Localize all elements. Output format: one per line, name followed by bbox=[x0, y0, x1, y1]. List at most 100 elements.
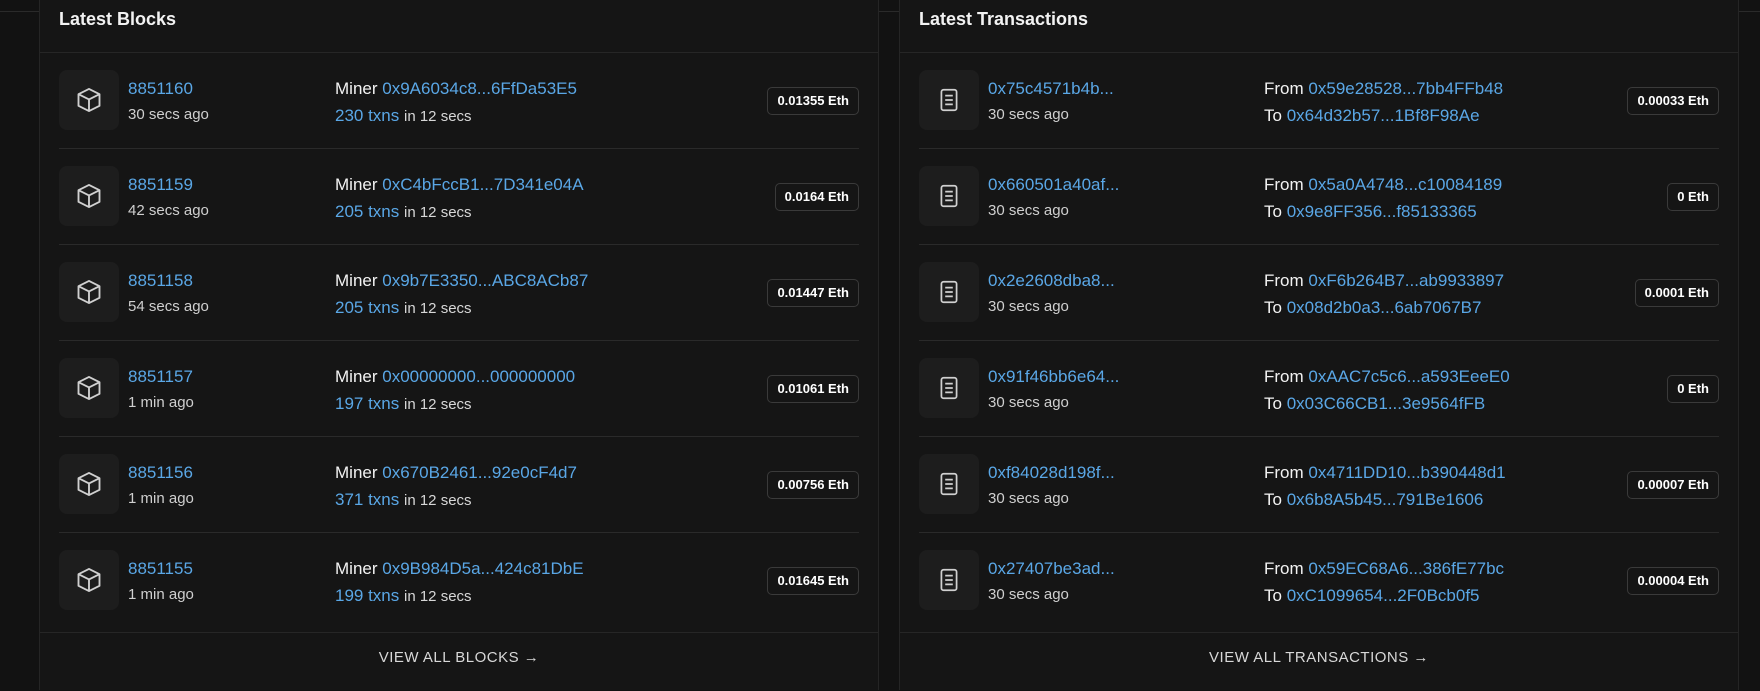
block-row: 8851160 30 secs ago Miner 0x9A6034c8...6… bbox=[59, 52, 859, 149]
transaction-from: From 0xF6b264B7...ab9933897 bbox=[1264, 271, 1504, 291]
txns-count-link[interactable]: 199 txns bbox=[335, 586, 399, 605]
from-address-link[interactable]: 0x59EC68A6...386fE77bc bbox=[1308, 559, 1504, 578]
to-address-link[interactable]: 0x6b8A5b45...791Be1606 bbox=[1287, 490, 1484, 509]
document-icon bbox=[919, 358, 979, 418]
to-address-link[interactable]: 0x08d2b0a3...6ab7067B7 bbox=[1287, 298, 1482, 317]
transaction-age: 30 secs ago bbox=[988, 298, 1069, 315]
transaction-to: To 0x08d2b0a3...6ab7067B7 bbox=[1264, 298, 1481, 318]
block-row: 8851157 1 min ago Miner 0x00000000...000… bbox=[59, 340, 859, 437]
latest-blocks-panel: Latest Blocks 8851160 30 secs ago Miner … bbox=[39, 0, 879, 690]
block-txns: 371 txns in 12 secs bbox=[335, 490, 472, 510]
transaction-age: 30 secs ago bbox=[988, 490, 1069, 507]
panel-header: Latest Blocks bbox=[40, 0, 878, 53]
transaction-from: From 0x5a0A4748...c10084189 bbox=[1264, 175, 1502, 195]
block-miner: Miner 0x670B2461...92e0cF4d7 bbox=[335, 463, 577, 483]
panel-title: Latest Blocks bbox=[59, 9, 177, 29]
cube-icon bbox=[59, 166, 119, 226]
transaction-hash-link[interactable]: 0x27407be3ad... bbox=[988, 559, 1115, 579]
block-row: 8851155 1 min ago Miner 0x9B984D5a...424… bbox=[59, 532, 859, 628]
block-miner: Miner 0x00000000...000000000 bbox=[335, 367, 575, 387]
cube-icon bbox=[59, 454, 119, 514]
txns-count-link[interactable]: 197 txns bbox=[335, 394, 399, 413]
from-address-link[interactable]: 0x5a0A4748...c10084189 bbox=[1308, 175, 1502, 194]
miner-label: Miner bbox=[335, 79, 378, 98]
miner-address-link[interactable]: 0xC4bFccB1...7D341e04A bbox=[382, 175, 583, 194]
latest-transactions-panel: Latest Transactions 0x75c4571b4b... 30 s… bbox=[899, 0, 1739, 690]
from-address-link[interactable]: 0x4711DD10...b390448d1 bbox=[1308, 463, 1505, 482]
miner-address-link[interactable]: 0x670B2461...92e0cF4d7 bbox=[382, 463, 577, 482]
transaction-to: To 0x64d32b57...1Bf8F98Ae bbox=[1264, 106, 1480, 126]
document-icon bbox=[919, 550, 979, 610]
cube-icon bbox=[59, 358, 119, 418]
block-age: 42 secs ago bbox=[128, 202, 209, 219]
transaction-age: 30 secs ago bbox=[988, 394, 1069, 411]
transaction-hash-link[interactable]: 0x75c4571b4b... bbox=[988, 79, 1114, 99]
block-reward-badge: 0.01447 Eth bbox=[767, 279, 859, 307]
block-reward-badge: 0.00756 Eth bbox=[767, 471, 859, 499]
miner-address-link[interactable]: 0x9A6034c8...6FfDa53E5 bbox=[382, 79, 577, 98]
to-address-link[interactable]: 0x9e8FF356...f85133365 bbox=[1287, 202, 1477, 221]
to-address-link[interactable]: 0x03C66CB1...3e9564fFB bbox=[1287, 394, 1485, 413]
to-label: To bbox=[1264, 202, 1282, 221]
block-number-link[interactable]: 8851156 bbox=[128, 463, 193, 483]
transaction-from: From 0x4711DD10...b390448d1 bbox=[1264, 463, 1506, 483]
block-age: 1 min ago bbox=[128, 394, 194, 411]
txns-count-link[interactable]: 371 txns bbox=[335, 490, 399, 509]
block-number-link[interactable]: 8851158 bbox=[128, 271, 193, 291]
to-address-link[interactable]: 0x64d32b57...1Bf8F98Ae bbox=[1287, 106, 1480, 125]
block-reward-badge: 0.0164 Eth bbox=[774, 183, 859, 211]
from-address-link[interactable]: 0xAAC7c5c6...a593EeeE0 bbox=[1308, 367, 1509, 386]
document-icon bbox=[919, 70, 979, 130]
from-label: From bbox=[1264, 175, 1304, 194]
block-age: 1 min ago bbox=[128, 490, 194, 507]
transaction-to: To 0x6b8A5b45...791Be1606 bbox=[1264, 490, 1483, 510]
block-reward-badge: 0.01645 Eth bbox=[767, 567, 859, 595]
block-number-link[interactable]: 8851157 bbox=[128, 367, 193, 387]
document-icon bbox=[919, 166, 979, 226]
transaction-row: 0x660501a40af... 30 secs ago From 0x5a0A… bbox=[919, 148, 1719, 245]
view-all-blocks-link[interactable]: VIEW ALL BLOCKS → bbox=[40, 649, 878, 666]
transaction-from: From 0xAAC7c5c6...a593EeeE0 bbox=[1264, 367, 1510, 387]
from-label: From bbox=[1264, 367, 1304, 386]
transaction-row: 0x27407be3ad... 30 secs ago From 0x59EC6… bbox=[919, 532, 1719, 628]
transaction-hash-link[interactable]: 0x660501a40af... bbox=[988, 175, 1119, 195]
transaction-value-badge: 0 Eth bbox=[1667, 183, 1719, 211]
transaction-value-badge: 0.00007 Eth bbox=[1627, 471, 1719, 499]
block-time: in 12 secs bbox=[404, 588, 472, 605]
transaction-hash-link[interactable]: 0xf84028d198f... bbox=[988, 463, 1115, 483]
transaction-hash-link[interactable]: 0x2e2608dba8... bbox=[988, 271, 1115, 291]
block-txns: 205 txns in 12 secs bbox=[335, 298, 472, 318]
from-label: From bbox=[1264, 559, 1304, 578]
from-address-link[interactable]: 0xF6b264B7...ab9933897 bbox=[1308, 271, 1504, 290]
miner-label: Miner bbox=[335, 559, 378, 578]
to-label: To bbox=[1264, 298, 1282, 317]
block-age: 1 min ago bbox=[128, 586, 194, 603]
miner-address-link[interactable]: 0x00000000...000000000 bbox=[382, 367, 575, 386]
transaction-age: 30 secs ago bbox=[988, 202, 1069, 219]
cube-icon bbox=[59, 262, 119, 322]
from-label: From bbox=[1264, 463, 1304, 482]
view-all-transactions-link[interactable]: VIEW ALL TRANSACTIONS → bbox=[900, 649, 1738, 666]
from-address-link[interactable]: 0x59e28528...7bb4FFb48 bbox=[1308, 79, 1503, 98]
to-address-link[interactable]: 0xC1099654...2F0Bcb0f5 bbox=[1287, 586, 1480, 605]
txns-count-link[interactable]: 230 txns bbox=[335, 106, 399, 125]
panel-header: Latest Transactions bbox=[900, 0, 1738, 53]
block-row: 8851156 1 min ago Miner 0x670B2461...92e… bbox=[59, 436, 859, 533]
transaction-from: From 0x59EC68A6...386fE77bc bbox=[1264, 559, 1504, 579]
transaction-value-badge: 0 Eth bbox=[1667, 375, 1719, 403]
miner-address-link[interactable]: 0x9b7E3350...ABC8ACb87 bbox=[382, 271, 588, 290]
transaction-to: To 0xC1099654...2F0Bcb0f5 bbox=[1264, 586, 1480, 606]
miner-address-link[interactable]: 0x9B984D5a...424c81DbE bbox=[382, 559, 583, 578]
txns-count-link[interactable]: 205 txns bbox=[335, 202, 399, 221]
from-label: From bbox=[1264, 271, 1304, 290]
transaction-hash-link[interactable]: 0x91f46bb6e64... bbox=[988, 367, 1119, 387]
panel-footer: VIEW ALL BLOCKS → bbox=[40, 632, 878, 691]
transaction-age: 30 secs ago bbox=[988, 586, 1069, 603]
block-number-link[interactable]: 8851155 bbox=[128, 559, 193, 579]
block-number-link[interactable]: 8851160 bbox=[128, 79, 193, 99]
cube-icon bbox=[59, 70, 119, 130]
transaction-to: To 0x9e8FF356...f85133365 bbox=[1264, 202, 1477, 222]
txns-count-link[interactable]: 205 txns bbox=[335, 298, 399, 317]
transaction-to: To 0x03C66CB1...3e9564fFB bbox=[1264, 394, 1485, 414]
block-number-link[interactable]: 8851159 bbox=[128, 175, 193, 195]
